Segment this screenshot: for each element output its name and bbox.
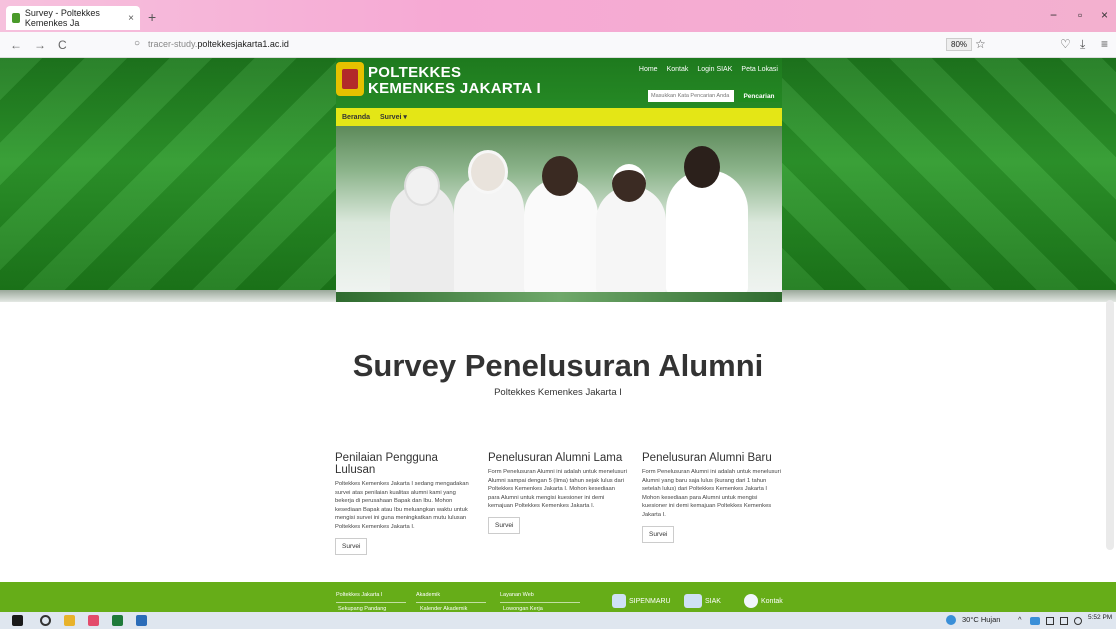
site-footer (0, 582, 1116, 612)
column-heading: Penilaian Pengguna Lulusan (335, 452, 438, 476)
minimize-button[interactable]: − (1050, 8, 1057, 22)
browser-tab[interactable]: Survey - Poltekkes Kemenkes Ja × (6, 6, 140, 30)
weather-icon[interactable] (946, 615, 956, 625)
browser-tab-bar: Survey - Poltekkes Kemenkes Ja × + − ▫ × (0, 0, 1116, 32)
footer-divider (416, 602, 486, 603)
banner-bottom-strip (336, 292, 782, 302)
banner-person (404, 166, 440, 206)
main-menu: Beranda Survei ▾ (336, 108, 782, 126)
banner-person (596, 186, 666, 294)
page-scrollbar[interactable] (1106, 300, 1114, 550)
column-heading: Penelusuran Alumni Lama (488, 452, 623, 464)
survei-button[interactable]: Survei (335, 537, 368, 555)
hero-banner-image (336, 126, 782, 302)
favicon-icon (12, 13, 20, 23)
top-links: Home Kontak Login SIAK Peta Lokasi (639, 66, 778, 73)
page-subtitle: Poltekkes Kemenkes Jakarta I (494, 387, 622, 398)
banner-person (468, 150, 508, 194)
brand-line-1[interactable]: POLTEKKES (368, 64, 461, 81)
close-window-button[interactable]: × (1101, 8, 1108, 22)
link-login-siak[interactable]: Login SIAK (697, 66, 732, 73)
brand-line-2[interactable]: KEMENKES JAKARTA I (368, 80, 541, 97)
forward-icon[interactable]: → (34, 38, 46, 52)
address-bar: ← → C ○ tracer-study.poltekkesjakarta1.a… (0, 32, 1116, 58)
zoom-level[interactable]: 80% (946, 38, 973, 51)
menu-beranda[interactable]: Beranda (342, 114, 370, 121)
footer-link[interactable]: Akademik (416, 592, 440, 598)
kontak-button[interactable]: Kontak (744, 594, 783, 608)
menu-survei[interactable]: Survei ▾ (380, 113, 407, 121)
site-header: POLTEKKES KEMENKES JAKARTA I Home Kontak… (336, 58, 782, 303)
sipenmaru-icon (612, 594, 626, 608)
kontak-label: Kontak (761, 597, 783, 605)
display-icon[interactable] (1060, 617, 1068, 625)
bookmark-star-icon[interactable]: ☆ (975, 37, 986, 51)
footer-link[interactable]: Layanan Web (500, 592, 534, 598)
sipenmaru-label: SIPENMARU (629, 597, 671, 605)
clock[interactable]: 5:52 PM (1088, 614, 1112, 621)
url-domain: poltekkesjakarta1.ac.id (197, 39, 289, 49)
restore-button[interactable]: ▫ (1078, 8, 1082, 22)
siak-icon (684, 594, 702, 608)
windows-start-icon[interactable] (12, 615, 23, 626)
taskbar: 30°C Hujan ^ 5:52 PM (0, 612, 1116, 629)
volume-icon[interactable] (1074, 617, 1082, 625)
word-icon[interactable] (136, 615, 147, 626)
banner-person (542, 156, 578, 196)
column-text: Form Penelusuran Alumni ini adalah untuk… (642, 469, 781, 518)
menu-icon[interactable]: ≡ (1101, 37, 1108, 51)
search-button[interactable]: Pencarian (738, 90, 780, 102)
file-explorer-icon[interactable] (64, 615, 75, 626)
search-input[interactable] (648, 90, 734, 102)
banner-person (666, 170, 748, 294)
column-text: Poltekkes Kemenkes Jakarta I sedang meng… (335, 481, 469, 530)
page-title: Survey Penelusuran Alumni (352, 348, 764, 383)
tray-chevron-icon[interactable]: ^ (1018, 615, 1022, 624)
banner-person (612, 164, 646, 202)
footer-divider (500, 602, 580, 603)
network-icon[interactable] (1046, 617, 1054, 625)
footer-link[interactable]: Poltekkes Jakarta I (336, 592, 382, 598)
link-kontak[interactable]: Kontak (667, 66, 689, 73)
poltekkes-logo-icon[interactable] (336, 62, 364, 96)
survey-column: Penelusuran Alumni Lama Form Penelusuran… (488, 452, 628, 534)
survey-column: Penilaian Pengguna Lulusan Poltekkes Kem… (335, 452, 475, 555)
url-prefix: tracer-study. (148, 39, 198, 49)
siak-label: SIAK (705, 597, 721, 605)
pocket-icon[interactable]: ♡ (1060, 37, 1071, 51)
excel-icon[interactable] (112, 615, 123, 626)
new-tab-button[interactable]: + (148, 9, 156, 25)
url-field[interactable]: tracer-study.poltekkesjakarta1.ac.id (148, 39, 289, 49)
reload-icon[interactable]: C (58, 38, 67, 52)
download-icon[interactable]: ⤓ (1080, 37, 1085, 52)
survey-column: Penelusuran Alumni Baru Form Penelusuran… (642, 452, 782, 543)
link-peta-lokasi[interactable]: Peta Lokasi (741, 66, 778, 73)
sipenmaru-button[interactable]: SIPENMARU (612, 594, 671, 608)
search-icon[interactable] (40, 615, 51, 626)
browser-taskbar-icon[interactable] (88, 615, 99, 626)
tab-title: Survey - Poltekkes Kemenkes Ja (24, 8, 100, 28)
banner-person (684, 146, 720, 188)
survei-button[interactable]: Survei (488, 516, 521, 534)
contact-icon (744, 594, 758, 608)
siak-button[interactable]: SIAK (684, 594, 721, 608)
shield-icon[interactable]: ○ (134, 38, 140, 49)
back-icon[interactable]: ← (10, 38, 22, 52)
survei-button[interactable]: Survei (642, 525, 675, 543)
tab-close-icon[interactable]: × (128, 13, 134, 24)
column-heading: Penelusuran Alumni Baru (642, 452, 772, 464)
cloud-icon[interactable] (1030, 617, 1040, 625)
link-home[interactable]: Home (639, 66, 658, 73)
footer-divider (336, 602, 406, 603)
column-text: Form Penelusuran Alumni ini adalah untuk… (488, 469, 627, 510)
weather-text[interactable]: 30°C Hujan (962, 615, 1000, 624)
